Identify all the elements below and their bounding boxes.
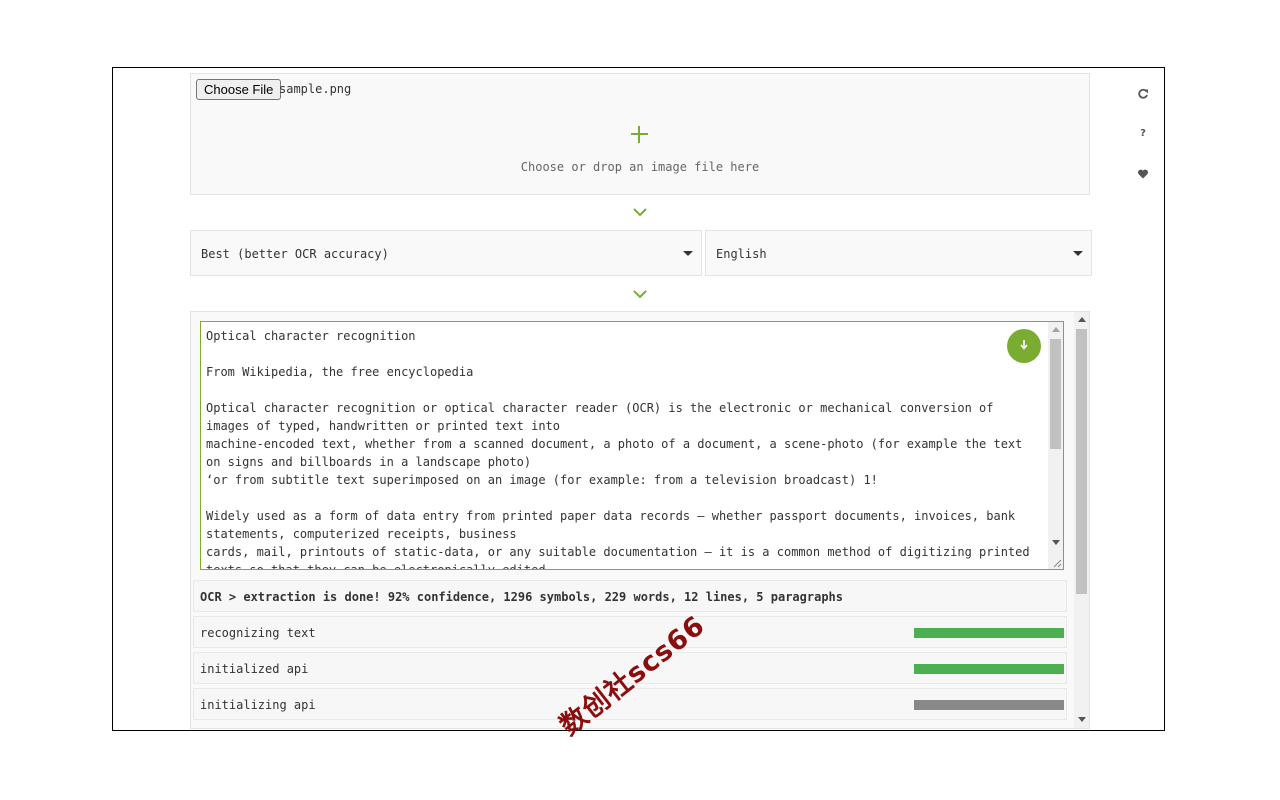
chevron-down-icon bbox=[633, 208, 647, 217]
caret-down-icon bbox=[1073, 251, 1083, 256]
ocr-text-line: ‘or from subtitle text superimposed on a… bbox=[206, 473, 878, 487]
download-arrow-icon bbox=[1020, 340, 1028, 350]
ocr-output-text: Optical character recognition From Wikipe… bbox=[201, 322, 1063, 570]
status-label: initialized api bbox=[200, 662, 309, 676]
progress-bar bbox=[914, 664, 1064, 674]
status-row: recognizing text bbox=[193, 616, 1067, 648]
ocr-text-line: Widely used as a form of data entry from… bbox=[206, 509, 1016, 541]
progress-fill bbox=[914, 628, 1064, 638]
ocr-text-line: From Wikipedia, the free encyclopedia bbox=[206, 365, 474, 379]
scroll-thumb[interactable] bbox=[1050, 339, 1061, 449]
plus-icon[interactable] bbox=[631, 126, 648, 143]
mode-select[interactable]: Best (better OCR accuracy) bbox=[190, 230, 702, 276]
progress-fill bbox=[914, 664, 1064, 674]
status-summary-row: OCR > extraction is done! 92% confidence… bbox=[193, 580, 1067, 612]
selected-file-name: sample.png bbox=[279, 82, 352, 96]
ocr-text-line: machine-encoded text, whether from a sca… bbox=[206, 437, 1023, 469]
caret-down-icon bbox=[683, 251, 693, 256]
scroll-down-arrow-icon[interactable] bbox=[1078, 717, 1086, 722]
progress-bar bbox=[914, 628, 1064, 638]
scroll-thumb[interactable] bbox=[1076, 329, 1087, 594]
image-dropzone[interactable]: Choose File sample.png Choose or drop an… bbox=[190, 73, 1090, 195]
results-scrollbar[interactable] bbox=[1074, 312, 1089, 728]
scroll-down-arrow-icon[interactable] bbox=[1052, 540, 1060, 545]
chevron-down-icon bbox=[633, 290, 647, 299]
ocr-text-line: Optical character recognition or optical… bbox=[206, 401, 994, 433]
help-icon[interactable]: ? bbox=[1137, 128, 1149, 140]
ocr-output-textarea[interactable]: Optical character recognition From Wikipe… bbox=[200, 321, 1064, 570]
ocr-text-line: cards, mail, printouts of static-data, o… bbox=[206, 545, 1030, 570]
language-select[interactable]: English bbox=[705, 230, 1092, 276]
refresh-icon[interactable] bbox=[1137, 88, 1149, 100]
textarea-scrollbar[interactable] bbox=[1048, 322, 1063, 569]
progress-bar bbox=[914, 700, 1064, 710]
app-frame: Choose File sample.png Choose or drop an… bbox=[112, 67, 1165, 731]
status-label: initializing api bbox=[200, 698, 316, 712]
scroll-up-arrow-icon[interactable] bbox=[1078, 317, 1086, 322]
download-button[interactable] bbox=[1007, 329, 1041, 363]
language-select-value: English bbox=[716, 247, 767, 261]
drop-hint: Choose or drop an image file here bbox=[520, 160, 760, 174]
resize-grip-icon[interactable] bbox=[1052, 558, 1062, 568]
status-label: recognizing text bbox=[200, 626, 316, 640]
choose-file-button[interactable]: Choose File bbox=[196, 79, 282, 100]
progress-fill bbox=[914, 700, 1064, 710]
ocr-text-line: Optical character recognition bbox=[206, 329, 416, 343]
status-summary: OCR > extraction is done! 92% confidence… bbox=[200, 590, 843, 604]
scroll-up-arrow-icon[interactable] bbox=[1052, 327, 1060, 332]
mode-select-value: Best (better OCR accuracy) bbox=[201, 247, 389, 261]
heart-icon[interactable] bbox=[1137, 168, 1149, 180]
